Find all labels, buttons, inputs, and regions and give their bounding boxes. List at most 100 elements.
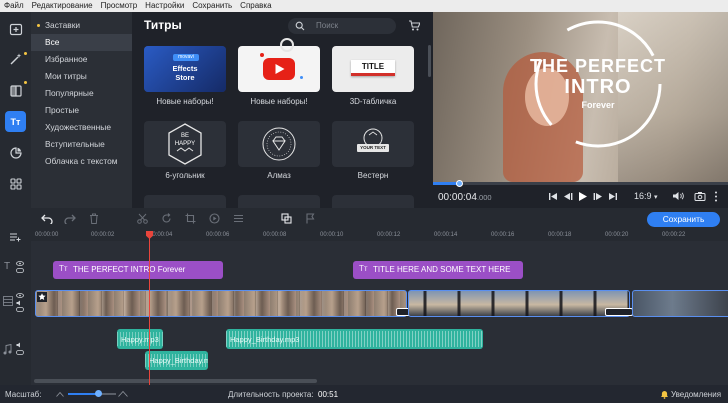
track-link-icon[interactable] [16,268,24,273]
title-tile-hexagon[interactable]: BE HAPPY [144,121,226,167]
menu-edit[interactable]: Редактирование [28,0,97,12]
track-mute-icon[interactable] [16,342,24,348]
timeline-tracks[interactable]: Tт THE PERFECT INTRO Forever Tт TITLE HE… [31,241,728,385]
audio-clip[interactable]: Happy.mp3 [117,329,163,349]
ruler-tick-label: 00:00:18 [548,232,572,238]
category-my-titles[interactable]: Мои титры [31,68,132,85]
menu-settings[interactable]: Настройки [141,0,188,12]
detach-clip-icon[interactable] [281,213,292,224]
title-tile-partial[interactable] [238,195,320,208]
player-controls: 00:00:04.000 16:9 ▾ [433,180,728,208]
save-button[interactable]: Сохранить [647,212,720,227]
crop-icon[interactable] [185,213,196,224]
zoom-out-icon[interactable] [56,391,64,397]
tile-label: 3D-табличка [349,97,397,106]
aspect-ratio-select[interactable]: 16:9 ▾ [634,191,658,201]
undo-icon[interactable] [41,213,53,224]
titles-panel: Титры Поиск movavi Effects Store Новые н… [132,12,433,208]
store-cart-icon[interactable] [408,20,420,31]
titles-button[interactable]: Tт [5,111,26,132]
magic-wand-icon [10,53,21,64]
menu-file[interactable]: Файл [0,0,28,12]
title-tile-partial[interactable] [144,195,226,208]
category-intro[interactable]: Вступительные [31,136,132,153]
ruler-tick-label: 00:00:16 [491,232,515,238]
clip-properties-icon[interactable] [233,213,244,224]
track-visibility-icon[interactable] [16,293,24,298]
video-thumbnails [36,291,406,316]
title-tile-western[interactable]: YOUR TEXT [332,121,414,167]
track-link-icon[interactable] [16,307,24,312]
title-clip[interactable]: Tт TITLE HERE AND SOME TEXT HERE [353,261,523,279]
video-clip-end[interactable] [632,290,728,317]
tile-text-line2: Store [175,73,195,82]
step-forward-icon[interactable] [593,192,603,201]
title-clip-icon: Tт [59,264,68,273]
grid-scrollbar[interactable] [428,45,431,77]
category-all[interactable]: Все [31,34,132,51]
audio-clip[interactable]: Happy_Birthday.mp3 [226,329,483,349]
timeline-ruler[interactable]: 00:00:00 00:00:02 00:00:04 00:00:06 00:0… [31,230,728,241]
title-tile-3d-sign[interactable]: TITLE [332,46,414,92]
transitions-button[interactable] [5,80,26,101]
title-tile-diamond[interactable] [238,121,320,167]
volume-icon[interactable] [672,191,684,201]
audio-clip[interactable]: Happy_Birthday.mp3 [145,351,208,370]
delete-icon[interactable] [89,213,99,224]
preview-seekbar[interactable] [433,182,728,185]
video-clip-silhouettes[interactable] [408,290,630,317]
video-clip-intro[interactable] [35,290,407,317]
new-badge [24,52,27,55]
notifications-link[interactable]: Уведомления [671,390,721,399]
color-adjust-icon[interactable] [209,213,220,224]
timeline-scrollbar[interactable] [34,379,317,383]
preview-seek-handle[interactable] [455,180,463,187]
title-clip[interactable]: Tт THE PERFECT INTRO Forever [53,261,223,279]
category-speech-bubbles[interactable]: Облачка с текстом [31,153,132,170]
track-visibility-icon[interactable] [16,261,24,266]
marker-flag-icon[interactable] [305,213,315,224]
category-favorites[interactable]: Избранное [31,51,132,68]
import-button[interactable] [5,18,26,39]
preview-player[interactable]: THE PERFECT INTRO Forever [433,12,728,182]
redo-icon[interactable] [64,213,76,224]
menu-help[interactable]: Справка [236,0,275,12]
effects-button[interactable] [5,48,26,69]
more-tools-button[interactable] [5,173,26,194]
tile-text: TITLE [351,60,395,76]
search-input[interactable]: Поиск [316,21,338,30]
category-simple[interactable]: Простые [31,102,132,119]
add-track-icon[interactable] [9,232,21,242]
stickers-button[interactable] [5,142,26,163]
category-popular[interactable]: Популярные [31,85,132,102]
step-back-icon[interactable] [563,192,573,201]
category-header-intros[interactable]: Заставки [31,17,132,34]
title-tile-effects-store[interactable]: movavi Effects Store [144,46,226,92]
category-artistic[interactable]: Художественные [31,119,132,136]
more-options-icon[interactable] [714,191,718,202]
menu-view[interactable]: Просмотр [97,0,142,12]
transition-marker[interactable] [605,308,633,316]
bell-icon[interactable] [660,390,669,399]
track-link-icon[interactable] [16,350,24,355]
playhead-line [149,238,150,385]
skip-start-icon[interactable] [548,192,558,201]
star-icon [37,292,47,302]
timecode-main: 00:00:04 [438,192,477,203]
menu-save[interactable]: Сохранить [188,0,236,12]
zoom-slider-handle[interactable] [95,390,102,397]
more-tools-icon [9,177,22,190]
ruler-tick-label: 00:00:08 [263,232,287,238]
track-mute-icon[interactable] [16,300,24,306]
zoom-in-icon[interactable] [118,390,128,397]
search-box[interactable]: Поиск [288,18,396,34]
duration-value: 00:51 [318,390,339,399]
skip-end-icon[interactable] [608,192,618,201]
cut-scissors-icon[interactable] [137,213,148,224]
play-icon[interactable] [578,191,588,202]
snapshot-camera-icon[interactable] [694,191,706,201]
title-tile-partial[interactable] [332,195,414,208]
title-tile-youtube[interactable] [238,46,320,92]
tile-label: Алмаз [267,171,291,180]
rotate-icon[interactable] [161,213,172,224]
